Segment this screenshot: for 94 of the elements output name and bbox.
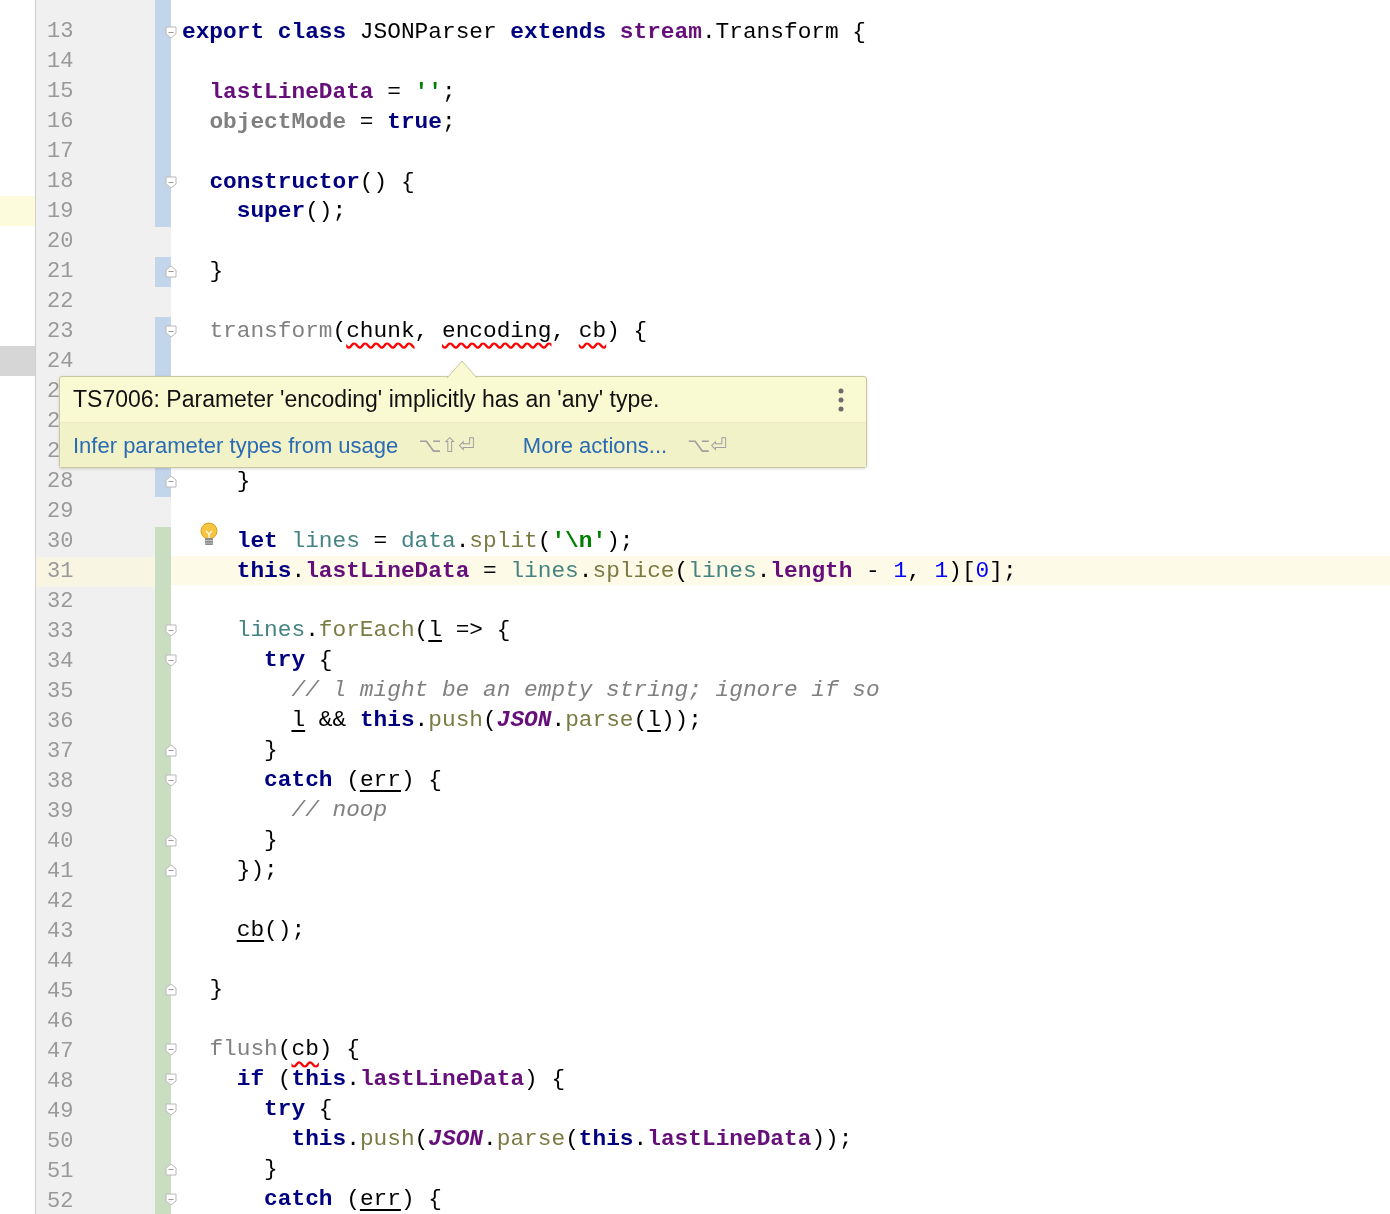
line-number: 41 (47, 859, 74, 884)
line-number: 42 (47, 889, 74, 914)
code-line: } (264, 1154, 278, 1184)
line-number: 17 (47, 139, 74, 164)
code-line: } (209, 975, 224, 1005)
line-number: 40 (47, 829, 74, 854)
line-number: 16 (47, 109, 74, 134)
fold-marker-icon[interactable] (165, 265, 177, 279)
line-number: 47 (47, 1039, 74, 1064)
line-number: 33 (47, 619, 74, 644)
line-number: 38 (47, 769, 74, 794)
fold-marker-icon[interactable] (165, 773, 177, 787)
fold-marker-icon[interactable] (165, 1073, 177, 1087)
fold-marker-icon[interactable] (165, 175, 177, 189)
code-line: this.lastLineData = lines.splice(lines.length - 1, 1)[0]; (236, 556, 1017, 586)
line-number: 31 (47, 559, 74, 584)
code-line: try { (264, 1095, 333, 1125)
fold-marker-icon[interactable] (165, 744, 177, 758)
code-line: transform(chunk, encoding, cb) { (209, 317, 648, 347)
line-number: 20 (47, 229, 74, 254)
code-line: l && this.push(JSON.parse(l)); (291, 706, 702, 736)
line-number: 46 (47, 1009, 74, 1034)
line-number: 45 (47, 979, 74, 1004)
line-number: 2 (47, 439, 61, 464)
fold-marker-icon[interactable] (165, 25, 177, 39)
fold-marker-icon[interactable] (165, 474, 177, 488)
fold-marker-icon[interactable] (165, 325, 177, 339)
line-number: 2 (47, 409, 61, 434)
fold-marker-icon[interactable] (165, 1103, 177, 1117)
error-message: TS7006: Parameter 'encoding' implicitly has an 'any' type. (73, 385, 660, 415)
line-number: 50 (47, 1129, 74, 1154)
fold-marker-icon[interactable] (165, 1192, 177, 1206)
fold-marker-icon[interactable] (165, 624, 177, 638)
code-line: } (264, 736, 278, 766)
more-options-icon[interactable] (838, 387, 844, 412)
gutter-marker (0, 196, 35, 227)
code-line: // noop (291, 795, 388, 825)
code-line: lines.forEach(l => { (236, 616, 511, 646)
fold-marker-icon[interactable] (165, 1162, 177, 1176)
line-number: 52 (47, 1189, 74, 1214)
line-number: 30 (47, 529, 74, 554)
line-number: 14 (47, 49, 74, 74)
code-line: cb(); (236, 915, 306, 945)
fold-marker-icon[interactable] (165, 1043, 177, 1057)
line-number: 2 (47, 379, 61, 404)
code-line: let lines = data.split('\n'); (236, 526, 634, 556)
action-link[interactable]: More actions... (522, 428, 668, 462)
line-number: 22 (47, 289, 74, 314)
line-number: 51 (47, 1159, 74, 1184)
shortcut-hint: ⌥⇧⏎ (418, 432, 475, 459)
code-line: } (236, 466, 251, 496)
line-number: 32 (47, 589, 74, 614)
code-line: try { (264, 646, 333, 676)
line-number: 48 (47, 1069, 74, 1094)
line-number: 36 (47, 709, 74, 734)
line-number: 15 (47, 79, 74, 104)
fold-marker-icon[interactable] (165, 983, 177, 997)
line-number: 13 (47, 19, 74, 44)
fold-marker-icon[interactable] (165, 833, 177, 847)
code-line: } (209, 257, 224, 287)
line-number: 49 (47, 1099, 74, 1124)
code-line: super(); (236, 197, 347, 227)
line-number: 43 (47, 919, 74, 944)
change-marker[interactable] (155, 197, 171, 227)
code-line: objectMode = true; (209, 107, 456, 137)
line-number: 44 (47, 949, 74, 974)
shortcut-hint: ⌥⏎ (687, 432, 727, 459)
line-number: 19 (47, 199, 74, 224)
action-link[interactable]: Infer parameter types from usage (73, 428, 399, 462)
line-number: 23 (47, 319, 74, 344)
code-line: catch (err) { (264, 1184, 442, 1214)
code-line: this.push(JSON.parse(this.lastLineData)); (291, 1125, 853, 1155)
line-number: 28 (47, 469, 74, 494)
change-marker[interactable] (155, 347, 171, 377)
code-line: export class JSONParser extends stream.Transform { (182, 17, 867, 47)
code-line: if (this.lastLineData) { (236, 1065, 566, 1095)
line-number: 37 (47, 739, 74, 764)
code-line: }); (236, 855, 278, 885)
line-number: 18 (47, 169, 74, 194)
code-line: // l might be an empty string; ignore if so (291, 676, 880, 706)
line-number: 34 (47, 649, 74, 674)
code-line: constructor() { (209, 167, 415, 197)
line-number: 21 (47, 259, 74, 284)
line-number: 39 (47, 799, 74, 824)
line-number: 35 (47, 679, 74, 704)
change-marker[interactable] (155, 527, 171, 557)
code-line: lastLineData = ''; (209, 77, 456, 107)
code-line: catch (err) { (264, 765, 442, 795)
line-number: 24 (47, 349, 74, 374)
code-line: } (264, 825, 278, 855)
fold-marker-icon[interactable] (165, 654, 177, 668)
line-number: 29 (47, 499, 74, 524)
fold-marker-icon[interactable] (165, 863, 177, 877)
code-line: flush(cb) { (209, 1035, 360, 1065)
